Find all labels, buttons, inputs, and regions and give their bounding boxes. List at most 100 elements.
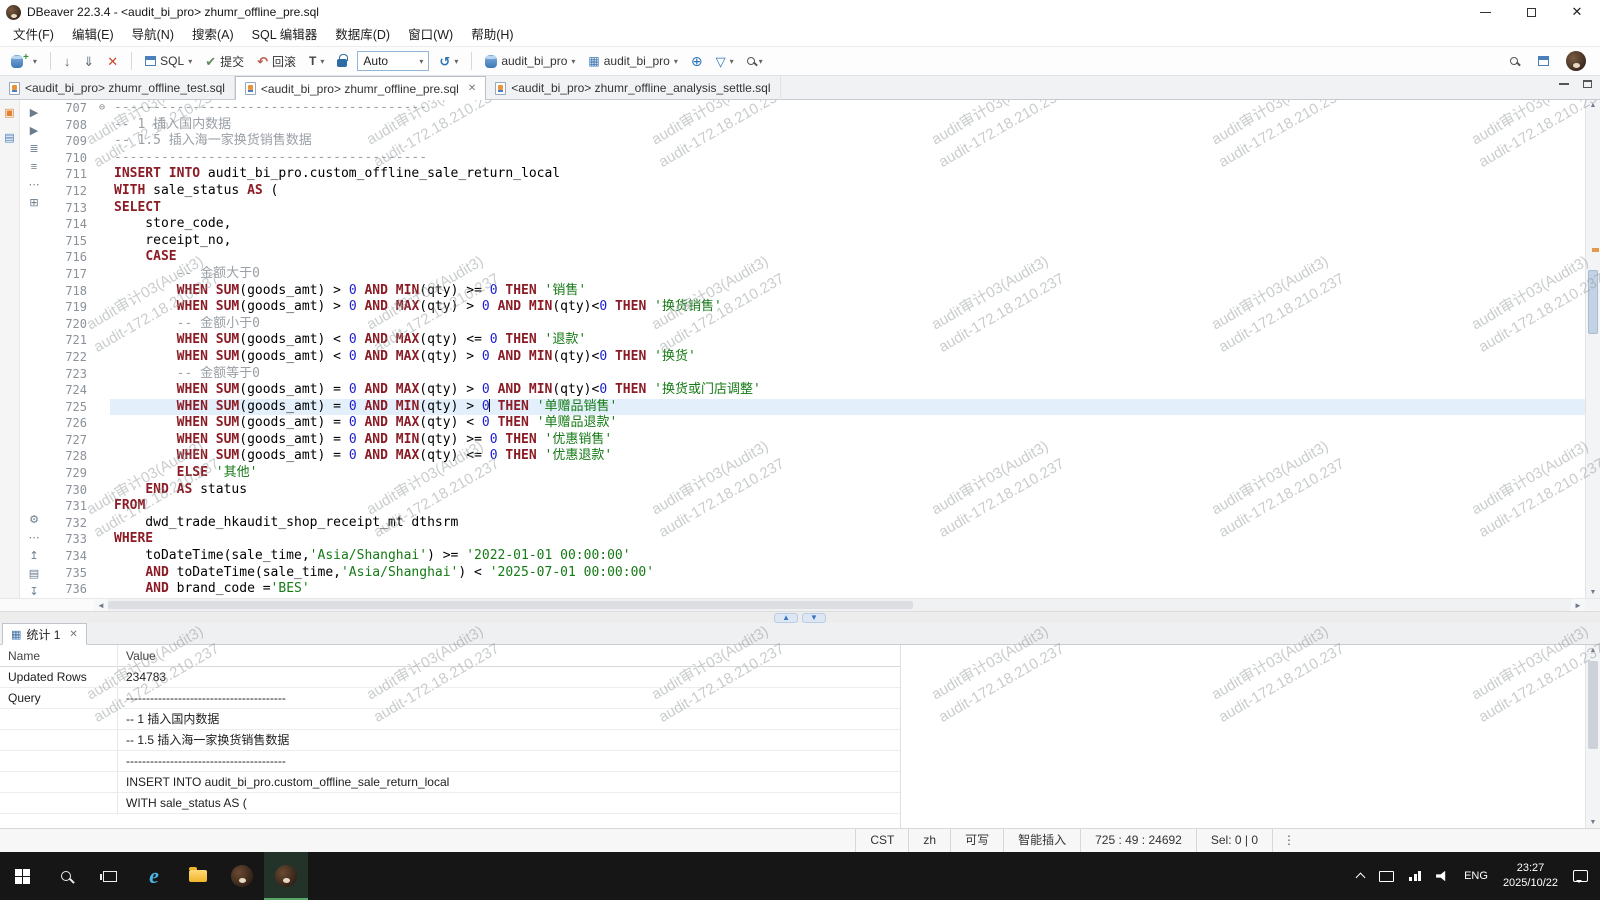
status-position[interactable]: 725 : 49 : 24692: [1080, 829, 1196, 852]
search-button[interactable]: [1507, 55, 1521, 67]
code-text[interactable]: AND toDateTime(sale_time,'Asia/Shanghai'…: [110, 565, 1585, 582]
code-text[interactable]: store_code,: [110, 216, 1585, 233]
menu-item[interactable]: 搜索(A): [183, 24, 243, 46]
stats-tab[interactable]: ▦ 统计 1 ✕: [2, 623, 87, 645]
explorer-taskbar-button[interactable]: [176, 852, 220, 900]
save-file-icon[interactable]: ▤: [29, 569, 39, 580]
database-select[interactable]: audit_bi_pro▾: [482, 52, 578, 70]
schema-select[interactable]: ▦audit_bi_pro▾: [585, 52, 680, 70]
status-insert-mode[interactable]: 智能插入: [1003, 829, 1080, 852]
scroll-down-icon[interactable]: ▼: [1586, 589, 1600, 596]
code-text[interactable]: receipt_no,: [110, 233, 1585, 250]
status-timezone[interactable]: CST: [855, 829, 908, 852]
stats-row[interactable]: -- 1.5 插入海一家换货销售数据: [0, 730, 900, 751]
menu-item[interactable]: 帮助(H): [462, 24, 522, 46]
ie-taskbar-button[interactable]: e: [132, 852, 176, 900]
code-text[interactable]: -- 金额大于0: [110, 266, 1585, 283]
scroll-down-icon[interactable]: ▼: [1586, 819, 1600, 826]
panel-vscroll[interactable]: ▲ ▼: [1585, 645, 1600, 828]
sash-up-button[interactable]: ▲: [774, 613, 798, 623]
code-text[interactable]: INSERT INTO audit_bi_pro.custom_offline_…: [110, 166, 1585, 183]
tab-close-icon[interactable]: ✕: [468, 83, 476, 94]
code-text[interactable]: CASE: [110, 249, 1585, 266]
stats-row[interactable]: -- 1 插入国内数据: [0, 709, 900, 730]
start-button[interactable]: [0, 852, 44, 900]
more-icon[interactable]: ⋯: [29, 533, 40, 544]
show-navigator-icon[interactable]: ▣: [4, 106, 14, 119]
taskbar-search-button[interactable]: [44, 852, 88, 900]
code-text[interactable]: FROM: [110, 498, 1585, 515]
taskbar-clock[interactable]: 23:272025/10/22: [1503, 861, 1558, 891]
execute-statement-icon[interactable]: ▶: [30, 108, 38, 119]
menu-item[interactable]: 编辑(E): [63, 24, 123, 46]
minimize-button[interactable]: [1462, 0, 1508, 24]
editor-tab[interactable]: <audit_bi_pro> zhumr_offline_test.sql: [0, 76, 235, 100]
more-options-icon[interactable]: ⋯: [29, 180, 40, 191]
scroll-right-icon[interactable]: ►: [1571, 601, 1585, 610]
code-text[interactable]: WHEN SUM(goods_amt) < 0 AND MAX(qty) > 0…: [110, 349, 1585, 366]
stats-row[interactable]: ----------------------------------------: [0, 751, 900, 772]
code-text[interactable]: ----------------------------------------: [110, 100, 1585, 117]
minimize-editor-button[interactable]: [1559, 83, 1569, 85]
code-text[interactable]: toDateTime(sale_time,'Asia/Shanghai') >=…: [110, 548, 1585, 565]
stats-row[interactable]: INSERT INTO audit_bi_pro.custom_offline_…: [0, 772, 900, 793]
code-text[interactable]: ----------------------------------------: [110, 150, 1585, 167]
export-icon[interactable]: ↥: [29, 551, 38, 562]
code-text[interactable]: -- 金额小于0: [110, 316, 1585, 333]
network-icon[interactable]: [1409, 871, 1421, 881]
settings-gear-icon[interactable]: ⚙: [29, 515, 39, 526]
stats-row[interactable]: WITH sale_status AS (: [0, 793, 900, 814]
lock-button[interactable]: [334, 53, 350, 69]
show-outline-icon[interactable]: ▤: [4, 131, 14, 144]
show-view-button[interactable]: [1535, 54, 1552, 68]
connection-info-button[interactable]: ⊕: [688, 52, 706, 70]
editor-hscroll[interactable]: ◄ ►: [0, 598, 1600, 611]
cancel-execution-button[interactable]: ✕: [104, 53, 121, 70]
fold-marker[interactable]: ⊖: [94, 100, 110, 117]
stats-row[interactable]: Query-----------------------------------…: [0, 688, 900, 709]
maximize-button[interactable]: [1508, 0, 1554, 24]
stats-tab-close-icon[interactable]: ✕: [69, 629, 77, 640]
hscroll-track[interactable]: [108, 599, 1571, 611]
code-text[interactable]: AND brand_code ='BES': [110, 581, 1585, 598]
code-editor[interactable]: 707⊖------------------------------------…: [48, 100, 1585, 598]
code-text[interactable]: WHEN SUM(goods_amt) = 0 AND MAX(qty) <= …: [110, 448, 1585, 465]
menu-item[interactable]: 文件(F): [4, 24, 63, 46]
commit-button[interactable]: ✔提交: [202, 51, 247, 72]
menu-item[interactable]: 数据库(D): [326, 24, 399, 46]
close-button[interactable]: ✕: [1554, 0, 1600, 24]
code-text[interactable]: -- 1.5 插入海一家换货销售数据: [110, 133, 1585, 150]
transaction-log-button[interactable]: ↺▾: [436, 53, 461, 70]
load-file-icon[interactable]: ↧: [29, 587, 38, 598]
filter-button[interactable]: ▽▾: [713, 53, 737, 70]
speaker-icon[interactable]: [1436, 871, 1449, 882]
editor-vscroll[interactable]: ▲ ▼: [1585, 100, 1600, 598]
execute-statement-button[interactable]: ↓: [61, 53, 74, 70]
editor-tab[interactable]: <audit_bi_pro> zhumr_offline_pre.sql✕: [235, 76, 486, 101]
code-text[interactable]: WHEN SUM(goods_amt) = 0 AND MAX(qty) < 0…: [110, 415, 1585, 432]
code-text[interactable]: dwd_trade_hkaudit_shop_receipt_mt dthsrm: [110, 515, 1585, 532]
monitor-icon[interactable]: [1379, 871, 1394, 882]
sql-editor-menu-button[interactable]: SQL▾: [142, 52, 195, 70]
sash-down-button[interactable]: ▼: [802, 613, 826, 623]
execute-new-tab-icon[interactable]: ▶: [30, 126, 38, 137]
menu-item[interactable]: 导航(N): [123, 24, 183, 46]
status-overflow-icon[interactable]: ⋮: [1272, 829, 1305, 852]
stats-row[interactable]: Updated Rows234783: [0, 667, 900, 688]
scroll-up-icon[interactable]: ▲: [1586, 102, 1600, 109]
language-indicator[interactable]: ENG: [1464, 870, 1488, 882]
code-text[interactable]: -- 金额等于0: [110, 366, 1585, 383]
panel-splitter[interactable]: ▲ ▼: [0, 611, 1600, 623]
search-metadata-button[interactable]: ▾: [744, 55, 766, 68]
code-text[interactable]: WITH sale_status AS (: [110, 183, 1585, 200]
code-text[interactable]: WHEN SUM(goods_amt) = 0 AND MIN(qty) > 0…: [110, 399, 1585, 416]
code-text[interactable]: WHEN SUM(goods_amt) > 0 AND MIN(qty) >= …: [110, 283, 1585, 300]
menu-item[interactable]: 窗口(W): [399, 24, 462, 46]
code-text[interactable]: SELECT: [110, 200, 1585, 217]
script-icon[interactable]: ≡: [31, 162, 37, 173]
status-writable[interactable]: 可写: [950, 829, 1003, 852]
code-text[interactable]: WHEN SUM(goods_amt) = 0 AND MAX(qty) > 0…: [110, 382, 1585, 399]
editor-tab[interactable]: <audit_bi_pro> zhumr_offline_analysis_se…: [486, 76, 780, 100]
dbeaver-taskbar-button-active[interactable]: [264, 852, 308, 900]
code-text[interactable]: WHEN SUM(goods_amt) < 0 AND MAX(qty) <= …: [110, 332, 1585, 349]
